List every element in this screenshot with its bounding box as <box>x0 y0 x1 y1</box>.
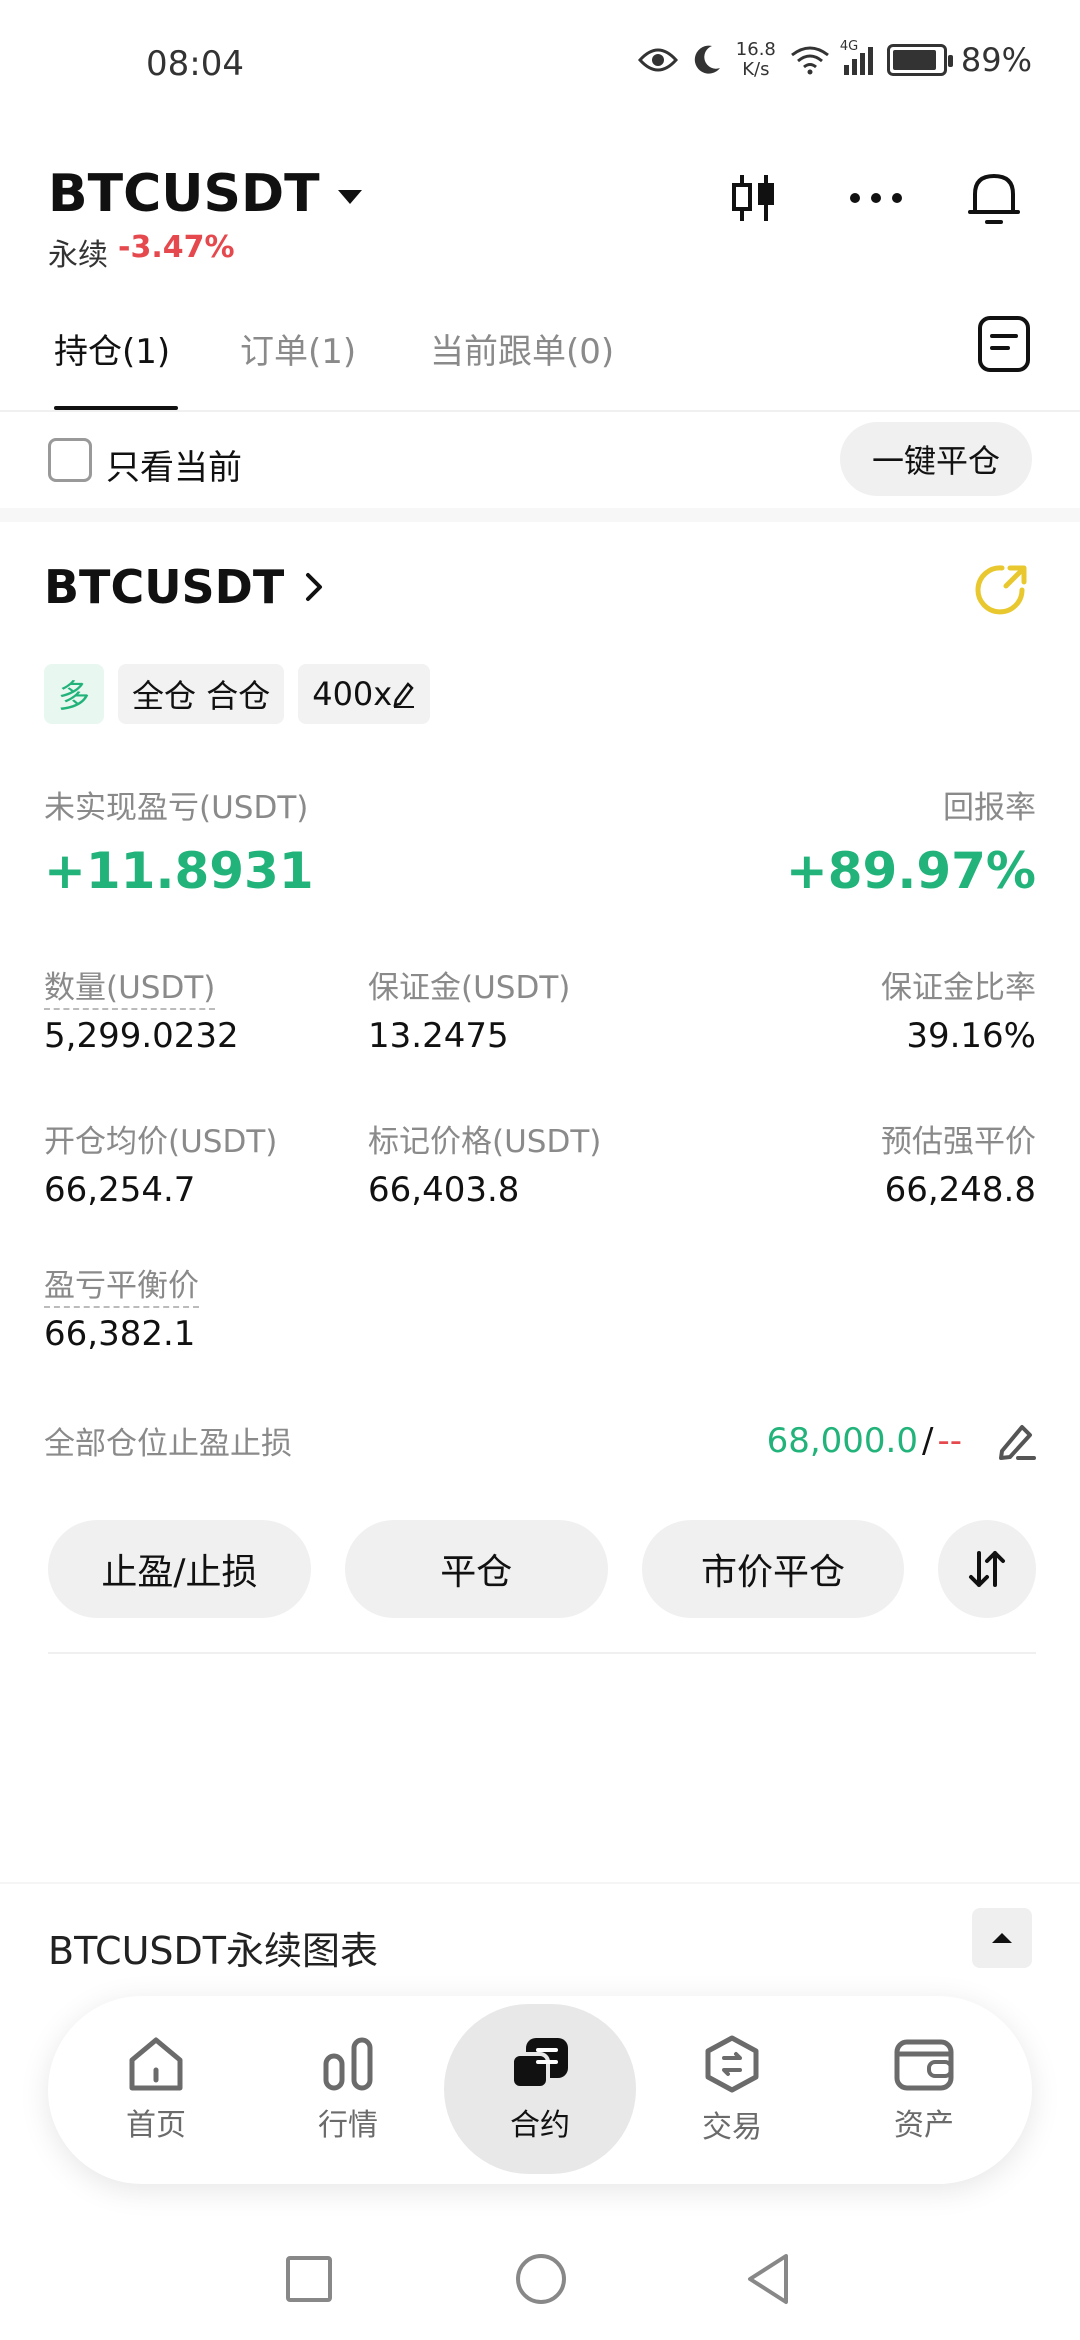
margin-label: 保证金(USDT) <box>368 970 571 1006</box>
nav-item-home[interactable]: 首页 <box>60 1996 252 2184</box>
symbol-selector[interactable]: BTCUSDT <box>48 164 362 224</box>
status-bar: 08:04 16.8 K/s 4G 89% <box>0 0 1080 130</box>
take-profit-value: 68,000.0 <box>766 1420 918 1461</box>
active-tab-indicator <box>54 406 178 410</box>
system-nav-bar <box>0 2220 1080 2340</box>
notification-button[interactable] <box>962 166 1026 230</box>
more-button[interactable] <box>844 166 908 230</box>
caret-down-icon <box>337 190 362 204</box>
position-tabs: 持仓(1) 订单(1) 当前跟单(0) <box>0 310 1080 412</box>
nav-item-assets[interactable]: 资产 <box>828 1996 1020 2184</box>
margin-ratio-value: 39.16% <box>906 1016 1036 1056</box>
unrealized-pnl-label: 未实现盈亏(USDT) <box>44 790 309 826</box>
nav-item-trade[interactable]: 交易 <box>636 1996 828 2184</box>
market-close-button[interactable]: 市价平仓 <box>641 1520 905 1618</box>
symbol-title: BTCUSDT <box>48 164 320 224</box>
breakeven-value: 66,382.1 <box>44 1314 196 1354</box>
history-button[interactable] <box>976 314 1032 374</box>
position-symbol: BTCUSDT <box>44 560 285 614</box>
margin-value: 13.2475 <box>368 1016 509 1056</box>
roe-label: 回报率 <box>943 790 1036 826</box>
chart-drawer-title: BTCUSDT永续图表 <box>48 1929 378 1973</box>
entry-price-label: 开仓均价(USDT) <box>44 1124 278 1160</box>
tab-positions[interactable]: 持仓(1) <box>54 324 170 373</box>
close-all-button[interactable]: 一键平仓 <box>840 422 1032 496</box>
bottom-nav: 首页 行情 合约 交易 资产 <box>48 1996 1032 2184</box>
contract-type: 永续 <box>48 238 108 273</box>
wallet-icon <box>894 2039 954 2091</box>
triangle-up-icon <box>992 1933 1012 1943</box>
liq-price-value: 66,248.8 <box>884 1170 1036 1210</box>
trade-icon <box>705 2035 759 2093</box>
home-icon <box>129 2037 183 2091</box>
market-icon <box>323 2037 373 2091</box>
symbol-subtitle: 永续 -3.47% <box>48 230 235 274</box>
tab-orders[interactable]: 订单(1) <box>240 324 356 373</box>
unrealized-pnl-value: +11.8931 <box>44 842 314 900</box>
more-dots-icon <box>850 193 902 203</box>
tpsl-row: 全部仓位止盈止损 68,000.0 / -- <box>44 1418 1036 1463</box>
swap-arrows-icon <box>969 1551 1006 1587</box>
reverse-position-button[interactable] <box>938 1520 1036 1618</box>
entry-price-value: 66,254.7 <box>44 1170 196 1210</box>
edit-tpsl-button[interactable] <box>996 1421 1036 1461</box>
breakeven-label[interactable]: 盈亏平衡价 <box>44 1268 199 1308</box>
battery-percent: 89% <box>960 41 1032 79</box>
futures-icon <box>510 2038 568 2090</box>
roe-value: +89.97% <box>785 842 1036 900</box>
wifi-icon <box>790 46 829 75</box>
mark-price-label: 标记价格(USDT) <box>368 1124 602 1160</box>
close-position-button[interactable]: 平仓 <box>344 1520 608 1618</box>
nav-item-futures[interactable]: 合约 <box>444 1996 636 2184</box>
side-badge: 多 <box>44 664 105 724</box>
bell-icon <box>968 174 1020 224</box>
section-divider <box>0 508 1080 522</box>
chevron-right-icon <box>306 573 323 601</box>
back-triangle-icon <box>748 2254 788 2304</box>
signal-icon: 4G <box>840 39 873 75</box>
share-button[interactable] <box>972 560 1032 620</box>
back-button[interactable] <box>744 2252 792 2310</box>
home-system-button[interactable] <box>516 2254 566 2304</box>
margin-ratio-label: 保证金比率 <box>881 970 1036 1006</box>
nav-item-market[interactable]: 行情 <box>252 1996 444 2184</box>
eye-icon <box>637 48 678 72</box>
share-icon <box>975 565 1027 615</box>
edit-icon <box>999 1424 1036 1460</box>
only-current-label[interactable]: 只看当前 <box>106 440 242 489</box>
filter-row: 只看当前 一键平仓 <box>0 414 1080 510</box>
stop-loss-value: -- <box>937 1420 962 1461</box>
moon-icon <box>694 45 720 74</box>
candlestick-chart-button[interactable] <box>722 166 786 230</box>
tab-copy-trades[interactable]: 当前跟单(0) <box>430 324 614 373</box>
chart-expand-button[interactable] <box>972 1908 1032 1968</box>
tpsl-label: 全部仓位止盈止损 <box>44 1426 292 1462</box>
net-speed: 16.8 K/s <box>735 39 776 80</box>
status-time: 08:04 <box>146 44 244 84</box>
position-actions: 止盈/止损 平仓 市价平仓 <box>48 1520 1036 1618</box>
price-change: -3.47% <box>118 230 235 265</box>
status-icons: 16.8 K/s 4G 89% <box>637 39 1032 80</box>
mark-price-value: 66,403.8 <box>368 1170 520 1210</box>
chart-drawer[interactable]: BTCUSDT永续图表 <box>0 1882 1080 2002</box>
card-bottom-divider <box>48 1652 1036 1654</box>
edit-small-icon <box>393 682 415 708</box>
tpsl-values: 68,000.0 / -- <box>767 1421 1036 1461</box>
position-symbol-link[interactable]: BTCUSDT <box>44 560 324 614</box>
leverage-badge[interactable]: 400x <box>298 664 431 724</box>
battery-icon <box>886 44 953 76</box>
candlestick-icon <box>732 175 774 221</box>
position-tags: 多 全仓 合仓 400x <box>44 664 431 724</box>
quantity-label[interactable]: 数量(USDT) <box>44 970 216 1010</box>
liq-price-label: 预估强平价 <box>881 1124 1036 1160</box>
tpsl-separator: / <box>921 1420 934 1461</box>
margin-mode-badge: 全仓 合仓 <box>118 664 285 724</box>
only-current-checkbox[interactable] <box>48 438 92 482</box>
quantity-value: 5,299.0232 <box>44 1016 239 1056</box>
tpsl-button[interactable]: 止盈/止损 <box>48 1520 311 1618</box>
recents-button[interactable] <box>286 2256 332 2302</box>
document-icon <box>978 316 1030 372</box>
